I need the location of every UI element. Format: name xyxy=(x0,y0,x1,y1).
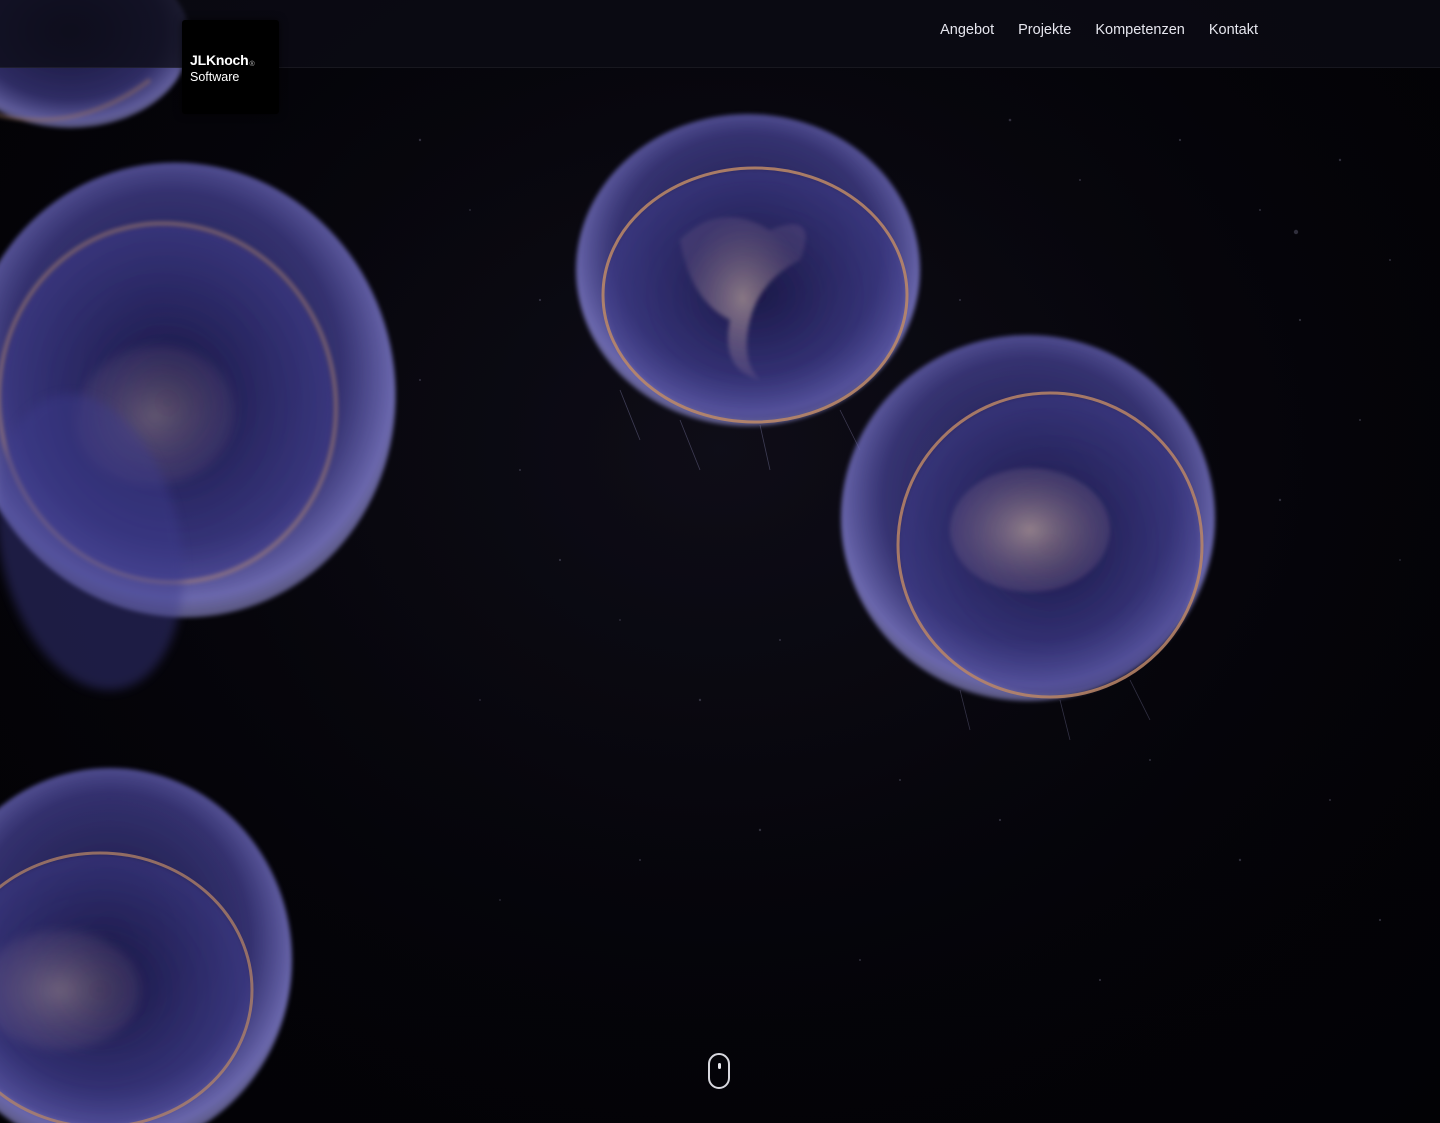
hero-jellyfish-image xyxy=(0,0,1440,1123)
logo-name-text: JLKnoch xyxy=(190,52,249,68)
logo-subtitle: Software xyxy=(190,70,240,84)
logo-link[interactable]: JLKnoch® Software xyxy=(182,20,279,114)
logo-name: JLKnoch® xyxy=(190,52,255,68)
registered-mark: ® xyxy=(249,61,255,68)
nav-item-kontakt[interactable]: Kontakt xyxy=(1209,22,1258,38)
mouse-scroll-icon[interactable] xyxy=(708,1053,730,1089)
main-nav: Angebot Projekte Kompetenzen Kontakt xyxy=(940,22,1258,38)
nav-item-projekte[interactable]: Projekte xyxy=(1018,22,1071,38)
nav-item-kompetenzen[interactable]: Kompetenzen xyxy=(1095,22,1184,38)
nav-item-angebot[interactable]: Angebot xyxy=(940,22,994,38)
scroll-wheel-dot xyxy=(718,1063,721,1069)
page: Angebot Projekte Kompetenzen Kontakt JLK… xyxy=(0,0,1440,1123)
